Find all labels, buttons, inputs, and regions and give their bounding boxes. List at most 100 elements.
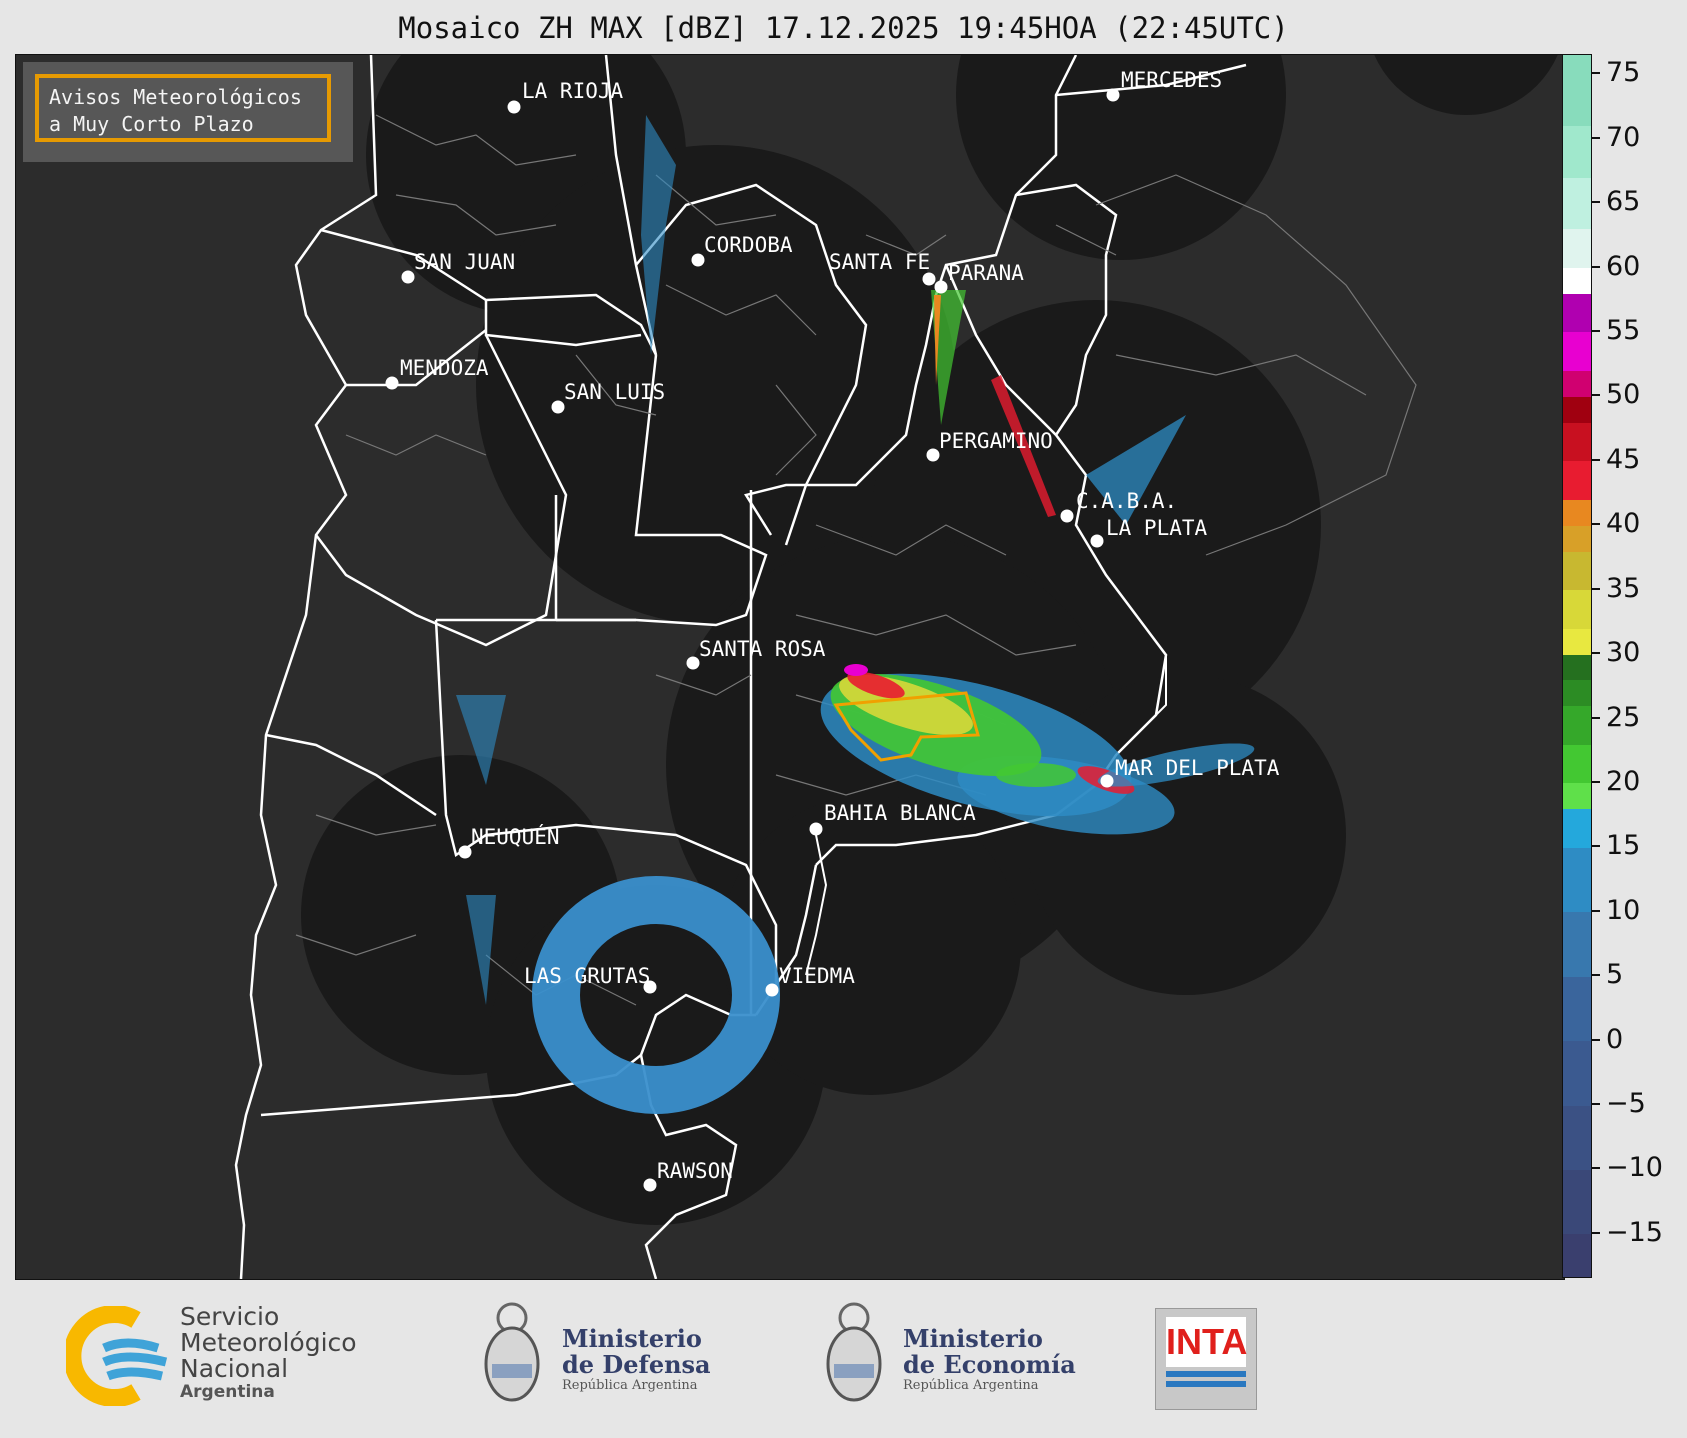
city-label-bahia-blanca: BAHIA BLANCA xyxy=(824,801,976,825)
city-dot-viedma[interactable] xyxy=(765,983,779,997)
map-title: Mosaico ZH MAX [dBZ] 17.12.2025 19:45HOA… xyxy=(398,11,1289,45)
colorbar-tick-label: −15 xyxy=(1606,1216,1663,1248)
colorbar-segment xyxy=(1563,228,1591,269)
colorbar-segment xyxy=(1563,125,1591,178)
defensa-sub: República Argentina xyxy=(562,1378,698,1393)
colorbar-segment xyxy=(1563,654,1591,681)
colorbar-tick xyxy=(1592,201,1600,204)
city-dot-pergamino[interactable] xyxy=(926,448,940,462)
colorbar-segment xyxy=(1563,177,1591,230)
city-label-pergamino: PERGAMINO xyxy=(939,429,1053,453)
colorbar-segment xyxy=(1563,976,1591,1042)
colorbar-tick xyxy=(1592,265,1600,268)
colorbar-tick xyxy=(1592,523,1600,526)
city-dot-cordoba[interactable] xyxy=(691,253,705,267)
city-dot-mendoza[interactable] xyxy=(385,376,399,390)
colorbar-segment xyxy=(1563,744,1591,784)
colorbar-tick-label: 45 xyxy=(1606,443,1641,475)
colorbar-tick-label: 20 xyxy=(1606,765,1641,797)
smn-emblem-icon xyxy=(63,1305,168,1407)
colorbar-tick-label: 10 xyxy=(1606,894,1641,926)
colorbar-segment xyxy=(1563,628,1591,655)
colorbar-tick-label: 60 xyxy=(1606,250,1641,282)
colorbar-tick-label: 70 xyxy=(1606,121,1641,153)
city-label-la-plata: LA PLATA xyxy=(1106,516,1208,540)
city-label-la-rioja: LA RIOJA xyxy=(522,79,624,103)
colorbar-tick xyxy=(1592,330,1600,332)
colorbar-segment xyxy=(1563,1169,1591,1235)
city-label-mercedes: MERCEDES xyxy=(1121,68,1223,92)
city-label-las-grutas: LAS GRUTAS xyxy=(524,964,651,988)
radar-map[interactable]: Avisos Meteorológicos a Muy Corto Plazo … xyxy=(15,54,1565,1280)
city-dot-la-rioja[interactable] xyxy=(507,100,521,114)
city-dot-san-luis[interactable] xyxy=(551,400,565,414)
colorbar-tick-label: 25 xyxy=(1606,701,1641,733)
colorbar-tick xyxy=(1592,1231,1600,1234)
city-dot-neuquen[interactable] xyxy=(458,845,472,859)
colorbar-segment xyxy=(1563,1233,1591,1277)
colorbar-segment xyxy=(1563,332,1591,372)
colorbar-segment xyxy=(1563,808,1591,848)
colorbar-segment xyxy=(1563,55,1591,127)
colorbar-segment xyxy=(1563,370,1591,397)
colorbar-segment xyxy=(1563,551,1591,591)
colorbar-segment xyxy=(1563,525,1591,552)
city-dot-santa-rosa[interactable] xyxy=(686,656,700,670)
city-label-cordoba: CORDOBA xyxy=(704,233,793,257)
colorbar-segment xyxy=(1563,267,1591,294)
city-dot-rawson[interactable] xyxy=(643,1178,657,1192)
colorbar-tick-label: 0 xyxy=(1606,1023,1624,1055)
colorbar-tick xyxy=(1592,136,1600,139)
aviso-line1: Avisos Meteorológicos xyxy=(49,85,302,109)
dbz-colorbar xyxy=(1562,54,1592,1278)
aviso-line2: a Muy Corto Plazo xyxy=(49,112,254,136)
colorbar-tick-label: 75 xyxy=(1606,57,1641,89)
colorbar-tick-label: 50 xyxy=(1606,379,1641,411)
national-shield-icon xyxy=(484,1302,540,1402)
economia-name: Ministerio de Economía República Argenti… xyxy=(903,1324,1076,1394)
colorbar-tick xyxy=(1592,1103,1600,1106)
city-label-san-juan: SAN JUAN xyxy=(414,250,516,274)
aviso-legend: Avisos Meteorológicos a Muy Corto Plazo xyxy=(23,62,353,162)
inta-panel: INTA xyxy=(1166,1317,1248,1367)
city-dot-mar-del-plata[interactable] xyxy=(1100,774,1114,788)
defensa-logo xyxy=(480,1298,544,1414)
city-dot-caba[interactable] xyxy=(1060,509,1074,523)
smn-line1: Servicio xyxy=(180,1302,280,1331)
city-label-rawson: RAWSON xyxy=(657,1159,733,1183)
colorbar-tick-label: −10 xyxy=(1606,1152,1663,1184)
national-shield-icon xyxy=(826,1302,882,1402)
colorbar-tick-label: 15 xyxy=(1606,830,1641,862)
city-dot-mercedes[interactable] xyxy=(1106,88,1120,102)
city-dot-la-plata[interactable] xyxy=(1090,534,1104,548)
defensa-name: Ministerio de Defensa República Argentin… xyxy=(562,1324,711,1394)
smn-logo xyxy=(63,1305,176,1410)
inta-logo: INTA xyxy=(1155,1308,1257,1410)
colorbar-tick xyxy=(1592,587,1600,590)
economia-line1: Ministerio xyxy=(903,1324,1043,1353)
colorbar-tick xyxy=(1592,716,1600,719)
aviso-frame: Avisos Meteorológicos a Muy Corto Plazo xyxy=(35,74,331,142)
city-dot-santa-fe[interactable] xyxy=(922,272,936,286)
city-label-santa-fe: SANTA FE xyxy=(829,250,931,274)
city-dot-bahia-blanca[interactable] xyxy=(809,822,823,836)
colorbar-segment xyxy=(1563,705,1591,745)
city-dot-parana[interactable] xyxy=(934,280,948,294)
colorbar-segment xyxy=(1563,293,1591,333)
smn-line4: Argentina xyxy=(180,1382,275,1402)
defensa-line1: Ministerio xyxy=(562,1324,702,1353)
colorbar-segment xyxy=(1563,460,1591,500)
colorbar-tick xyxy=(1592,72,1600,75)
city-dot-san-juan[interactable] xyxy=(401,270,415,284)
colorbar-segment xyxy=(1563,396,1591,423)
city-label-mendoza: MENDOZA xyxy=(400,356,489,380)
colorbar-segment xyxy=(1563,1040,1591,1106)
city-label-san-luis: SAN LUIS xyxy=(564,380,666,404)
inta-text: INTA xyxy=(1166,1321,1248,1362)
colorbar-tick-label: −5 xyxy=(1606,1088,1646,1120)
colorbar-segment xyxy=(1563,589,1591,629)
colorbar-tick-label: 65 xyxy=(1606,186,1641,218)
colorbar-segment xyxy=(1563,422,1591,462)
colorbar-segment xyxy=(1563,499,1591,526)
colorbar-tick xyxy=(1592,780,1600,783)
